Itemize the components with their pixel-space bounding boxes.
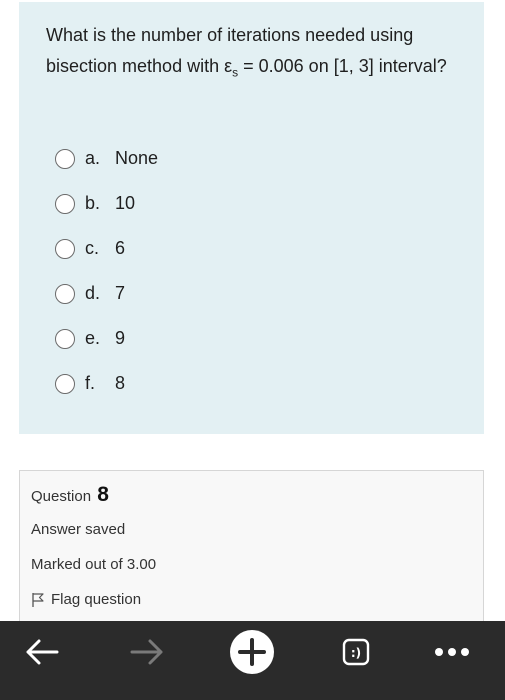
more-icon [435,648,469,656]
question-number: 8 [97,483,109,506]
plus-icon [230,630,274,674]
back-button[interactable] [20,621,64,683]
radio-button[interactable] [55,238,75,259]
radio-button[interactable] [55,283,75,304]
option-text: None [115,148,159,168]
question-info-box: Question 8 Answer saved Marked out of 3.… [19,470,484,630]
answer-status: Answer saved [31,521,126,538]
menu-button[interactable] [428,621,476,683]
option-text: 10 [115,193,136,213]
option-f[interactable]: f. 8 [55,361,158,406]
radio-button[interactable] [55,373,75,394]
tabs-button[interactable]: :) [334,621,378,683]
option-b[interactable]: b. 10 [55,181,158,226]
marks-info: Marked out of 3.00 [31,556,157,573]
option-text: 6 [115,238,126,258]
back-arrow-icon [26,639,59,665]
option-d[interactable]: d. 7 [55,271,158,316]
option-letter: b. [85,193,101,213]
question-number-heading: Question 8 [31,483,109,507]
option-letter: e. [85,328,101,348]
flag-icon [32,592,44,607]
option-letter: c. [85,238,100,258]
answer-options: a. None b. 10 c. 6 d. 7 e. 9 f. 8 [55,136,158,406]
option-a[interactable]: a. None [55,136,158,181]
option-letter: d. [85,283,101,303]
browser-toolbar: :) [0,621,505,700]
flag-question-link[interactable]: Flag question [31,591,141,608]
question-text-end: = 0.006 on [1, 3] interval? [238,56,447,76]
tabs-label: :) [351,646,361,660]
forward-button[interactable] [125,621,169,683]
flag-question-label: Flag question [51,591,142,608]
question-panel: What is the number of iterations needed … [19,2,484,434]
forward-arrow-icon [130,639,163,665]
option-letter: f. [85,373,96,393]
radio-button[interactable] [55,148,75,169]
question-label: Question [31,488,92,505]
question-text: What is the number of iterations needed … [46,20,466,89]
option-e[interactable]: e. 9 [55,316,158,361]
tabs-icon: :) [342,638,370,666]
new-tab-button[interactable] [228,621,276,683]
radio-button[interactable] [55,328,75,349]
option-c[interactable]: c. 6 [55,226,158,271]
radio-button[interactable] [55,193,75,214]
option-text: 8 [115,373,126,393]
option-text: 9 [115,328,126,348]
option-text: 7 [115,283,126,303]
option-letter: a. [85,148,101,168]
